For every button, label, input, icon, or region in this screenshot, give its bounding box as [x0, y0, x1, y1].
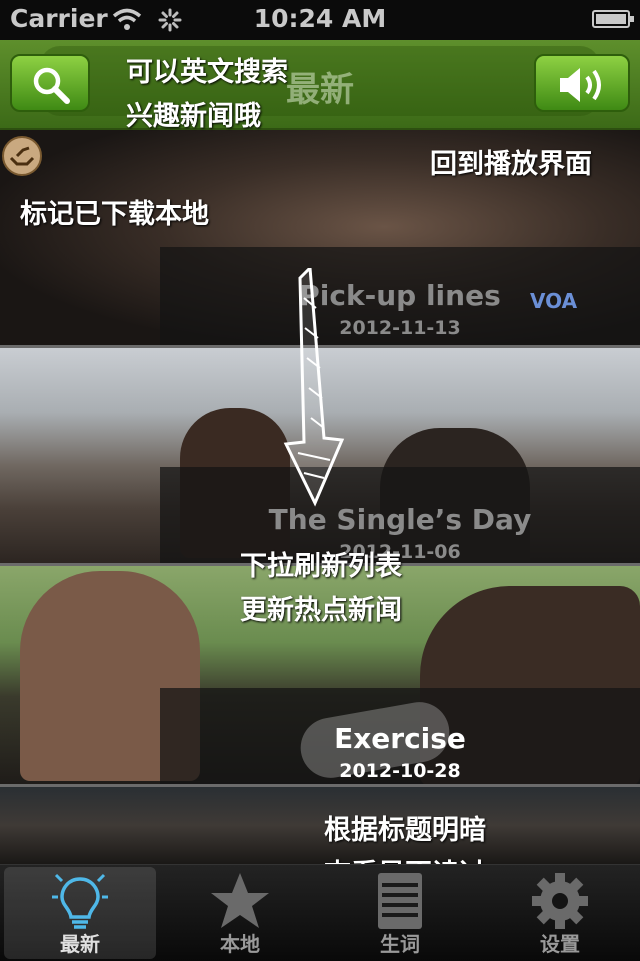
tab-label: 设置	[540, 932, 580, 956]
download-tray-icon	[9, 146, 35, 166]
tab-label: 最新	[60, 932, 100, 956]
notebook-icon	[378, 873, 422, 929]
gear-icon	[532, 873, 588, 929]
annotation-refresh: 更新热点新闻	[240, 595, 402, 626]
star-icon	[211, 873, 269, 928]
annotation-player: 回到播放界面	[430, 149, 592, 180]
news-title: The Single’s Day	[268, 503, 532, 536]
tab-label: 本地	[220, 932, 260, 956]
annotation-downloaded: 标记已下载本地	[20, 199, 209, 230]
annotation-search: 兴趣新闻哦	[126, 101, 261, 132]
annotation-read-state: 根据标题明暗	[324, 815, 486, 846]
now-playing-button[interactable]	[534, 54, 630, 112]
news-cell[interactable]	[0, 787, 640, 864]
status-time: 10:24 AM	[253, 4, 387, 33]
voa-logo: VOA	[530, 289, 578, 313]
downloaded-badge	[2, 136, 42, 176]
tab-bar: 最新 本地 生词 设置	[0, 864, 640, 961]
tab-latest[interactable]: 最新	[4, 867, 156, 959]
speaker-icon	[560, 68, 601, 102]
tab-label: 生词	[380, 932, 420, 956]
pull-down-arrow	[283, 268, 345, 507]
status-bar: Carrier 10:24 AM	[0, 0, 640, 40]
tab-local[interactable]: 本地	[164, 867, 316, 959]
annotation-refresh: 下拉刷新列表	[240, 551, 402, 582]
tab-settings[interactable]: 设置	[484, 867, 636, 959]
lightbulb-icon	[52, 873, 108, 929]
battery-icon	[592, 10, 634, 28]
annotation-search: 可以英文搜索	[126, 57, 288, 88]
navigation-bar: 最新	[0, 40, 640, 130]
news-thumbnail	[0, 787, 640, 864]
tab-vocabulary[interactable]: 生词	[324, 867, 476, 959]
news-date: 2012-11-13	[339, 317, 461, 339]
news-caption: Pick-up lines 2012-11-13 VOA	[160, 247, 640, 345]
